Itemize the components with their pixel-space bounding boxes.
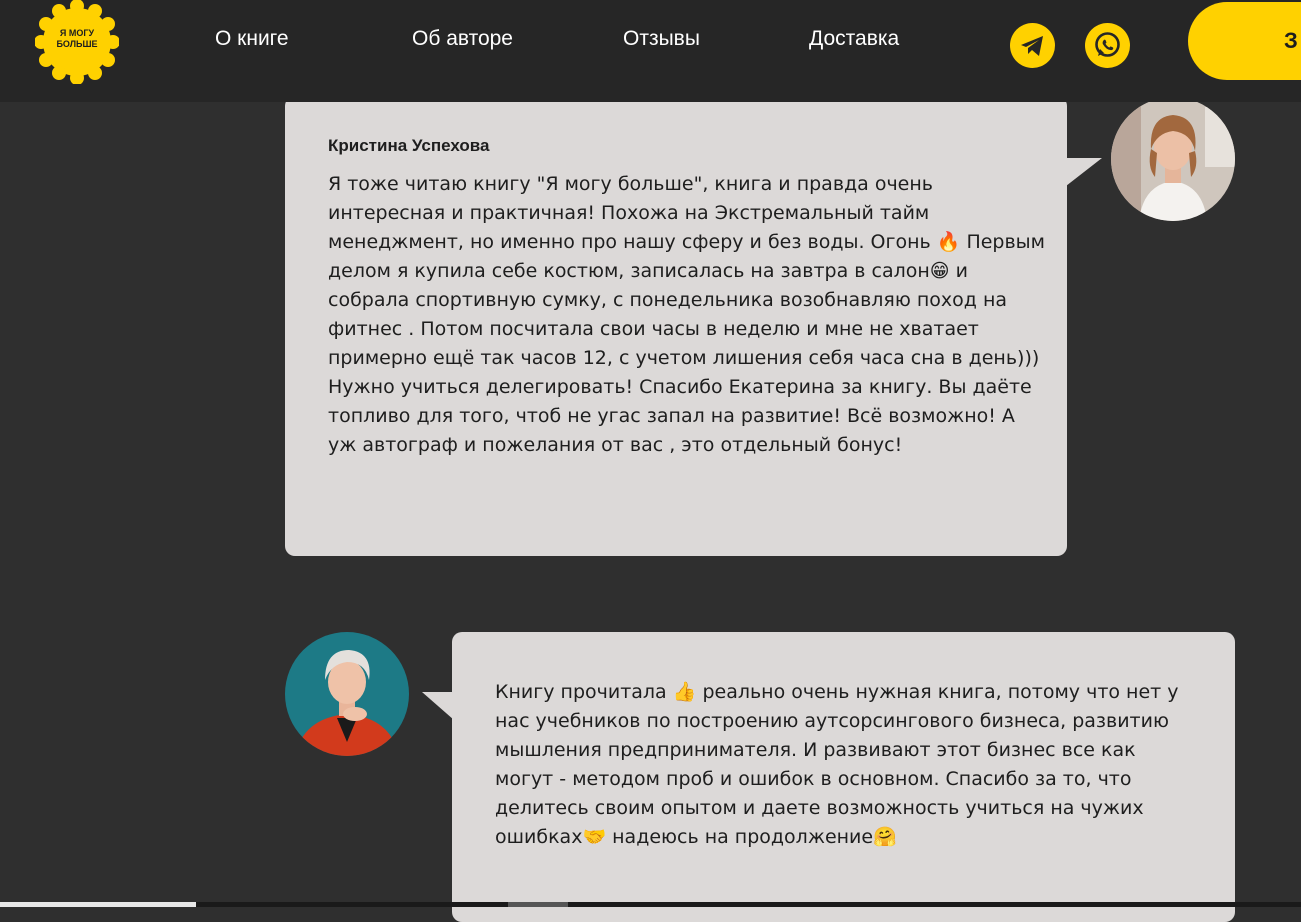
scrollbar-thumb[interactable] xyxy=(508,902,568,907)
speech-bubble-tail xyxy=(1066,158,1102,186)
speech-bubble-tail xyxy=(422,692,454,720)
logo-text: Я МОГУ БОЛЬШЕ xyxy=(56,28,98,49)
review-text: Я тоже читаю книгу "Я могу больше", книг… xyxy=(328,173,1046,456)
nav-link-reviews[interactable]: Отзывы xyxy=(623,27,700,51)
review-author: Кристина Успехова xyxy=(328,136,490,155)
reviewer-avatar-icon xyxy=(285,632,409,756)
review-card: Кристина Успехова Я тоже читаю книгу "Я … xyxy=(285,96,1067,556)
site-header: Я МОГУ БОЛЬШЕ О книге Об авторе Отзывы Д… xyxy=(0,0,1301,102)
whatsapp-button[interactable] xyxy=(1085,23,1130,68)
logo[interactable]: Я МОГУ БОЛЬШЕ xyxy=(35,0,119,84)
review-card: Книгу прочитала 👍 реально очень нужная к… xyxy=(452,632,1235,922)
reviewer-avatar xyxy=(285,632,409,756)
order-button-label: З xyxy=(1284,28,1298,53)
nav-link-delivery[interactable]: Доставка xyxy=(809,27,899,51)
telegram-icon xyxy=(1021,36,1043,56)
nav-link-about-author[interactable]: Об авторе xyxy=(412,27,513,51)
order-button[interactable]: З xyxy=(1188,2,1301,80)
whatsapp-icon xyxy=(1095,32,1120,57)
review-text: Книгу прочитала 👍 реально очень нужная к… xyxy=(495,681,1179,848)
reviewer-avatar-icon xyxy=(1111,97,1235,221)
horizontal-scrollbar[interactable] xyxy=(0,902,1301,907)
nav-link-about-book[interactable]: О книге xyxy=(215,27,289,51)
reviewer-avatar xyxy=(1111,97,1235,221)
telegram-button[interactable] xyxy=(1010,23,1055,68)
